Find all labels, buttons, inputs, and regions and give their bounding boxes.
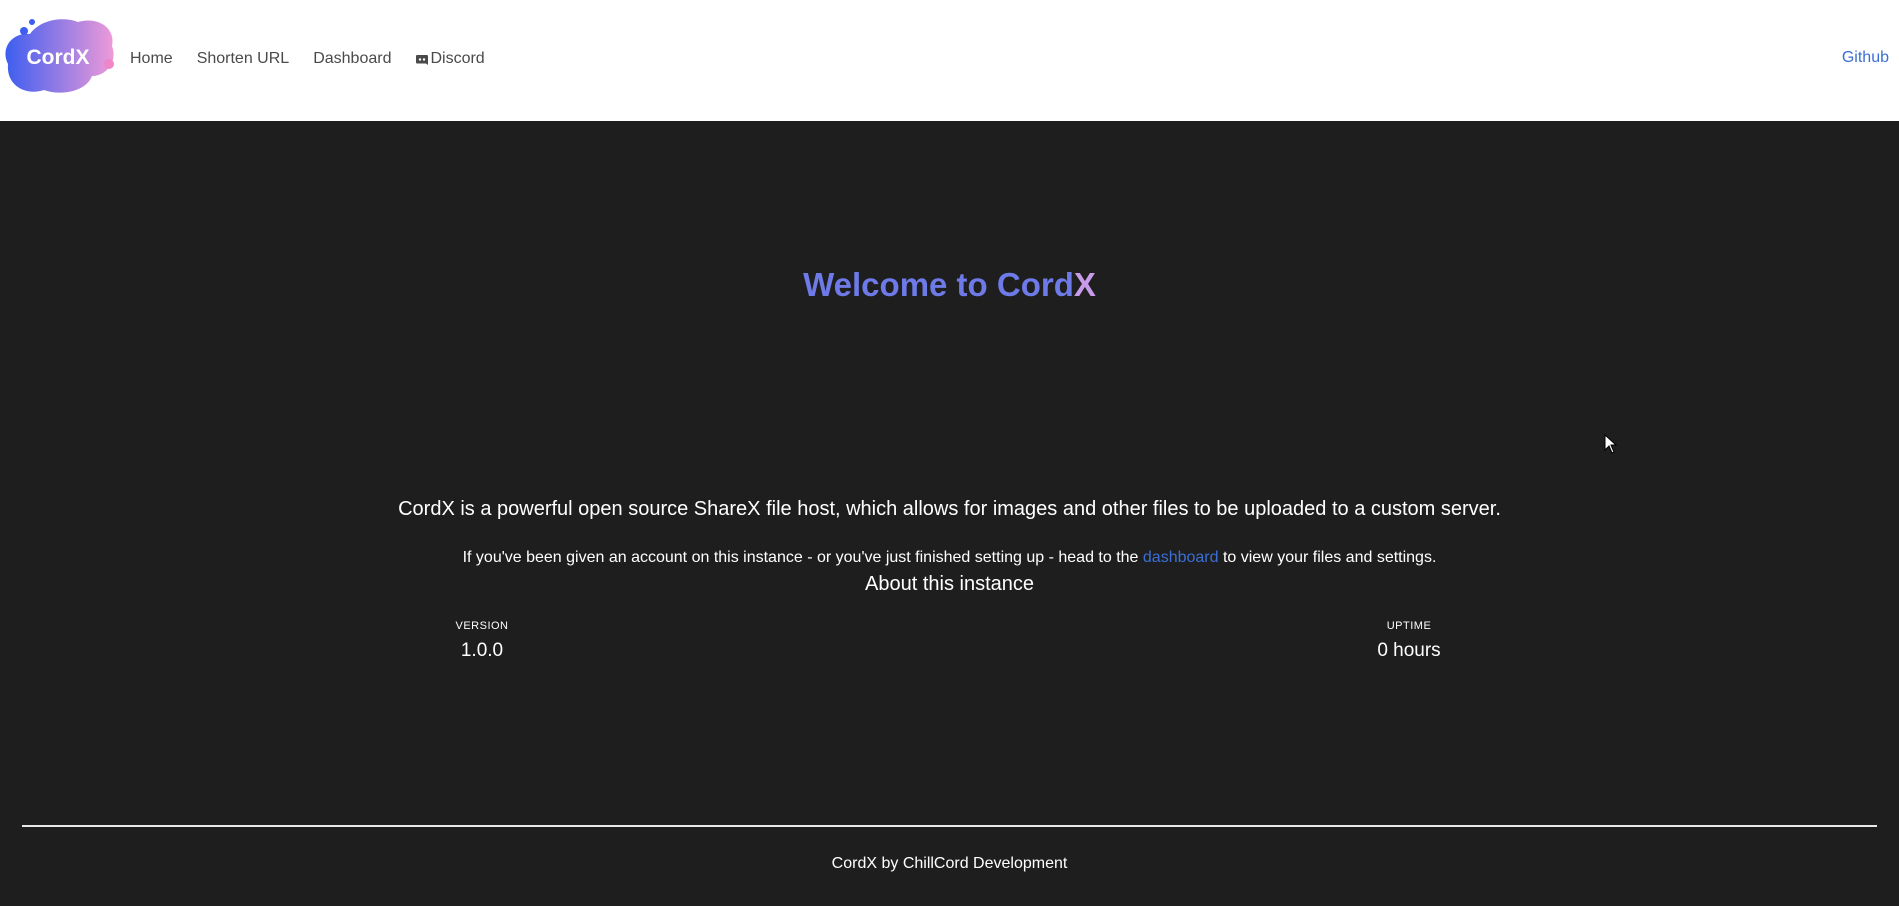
mouse-cursor-icon: [1604, 433, 1618, 454]
discord-icon: [415, 53, 429, 65]
intro-text: CordX is a powerful open source ShareX f…: [398, 498, 1501, 520]
title-accent: X: [1073, 266, 1096, 303]
footer-credit: CordX by ChillCord Development: [831, 855, 1068, 872]
dashboard-hint: If you've been given an account on this …: [0, 549, 1899, 567]
nav-dashboard[interactable]: Dashboard: [313, 50, 391, 68]
github-link[interactable]: Github: [1842, 49, 1889, 67]
nav-shorten-url[interactable]: Shorten URL: [197, 50, 290, 68]
cordx-logo[interactable]: CordX: [0, 14, 118, 98]
uptime-label: UPTIME: [1386, 620, 1432, 632]
nav-discord-label: Discord: [430, 50, 485, 67]
about-title: About this instance: [865, 573, 1034, 595]
nav-discord[interactable]: Discord: [415, 50, 485, 68]
title-main: Welcome to Cord: [803, 266, 1074, 303]
page-title: Welcome to CordX: [0, 266, 1899, 304]
nav-home[interactable]: Home: [130, 50, 173, 68]
version-stat: VERSION 1.0.0: [382, 620, 582, 662]
uptime-value: 0 hours: [1377, 640, 1441, 661]
footer-divider: [22, 825, 1877, 827]
logo-text: CordX: [27, 46, 90, 69]
uptime-stat: UPTIME 0 hours: [1309, 620, 1509, 662]
version-label: VERSION: [455, 620, 509, 632]
hint-after: to view your files and settings.: [1218, 549, 1437, 566]
main-nav: Home Shorten URL Dashboard Discord: [130, 0, 509, 118]
dashboard-link[interactable]: dashboard: [1143, 549, 1219, 566]
hint-before: If you've been given an account on this …: [462, 549, 1143, 566]
version-value: 1.0.0: [460, 640, 504, 661]
navbar: CordX Home Shorten URL Dashboard Discord…: [0, 0, 1899, 121]
